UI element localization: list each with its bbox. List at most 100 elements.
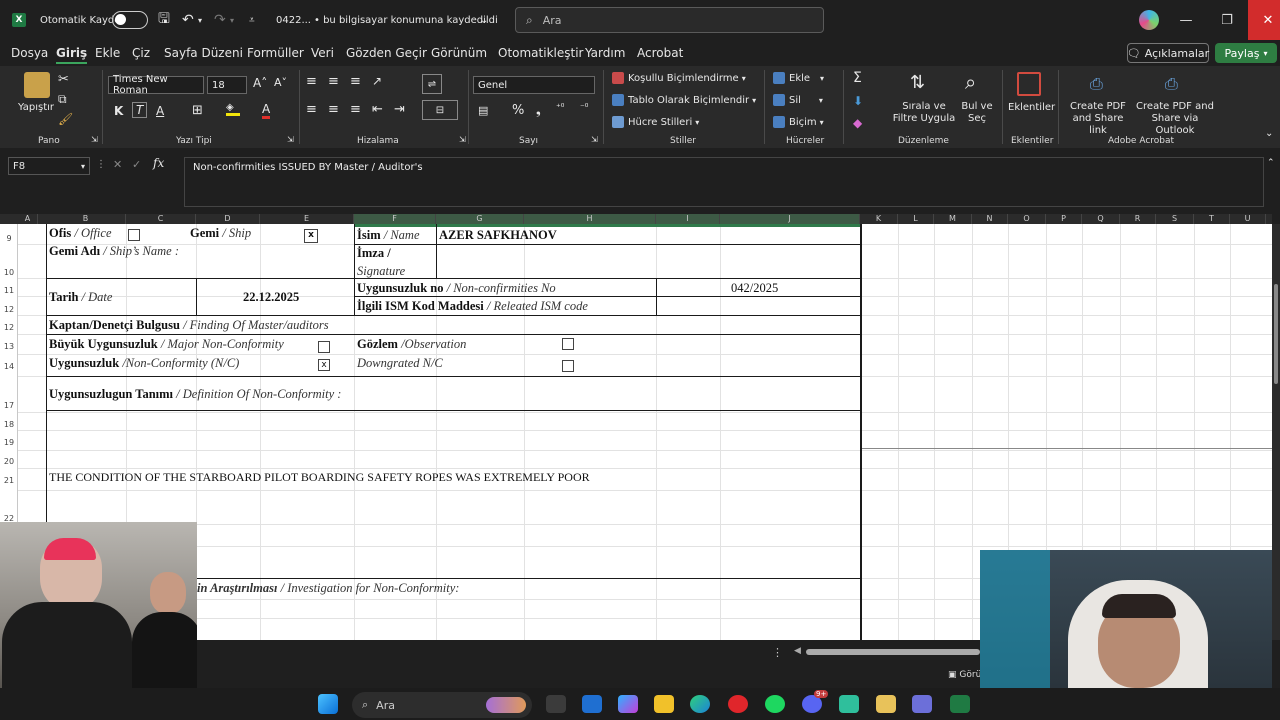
row-header[interactable]: 19: [0, 438, 18, 447]
paste-button[interactable]: Yapıştır: [18, 102, 54, 113]
column-header[interactable]: L: [898, 214, 934, 224]
italic-button[interactable]: T: [132, 102, 148, 118]
align-bottom-icon[interactable]: ≡: [350, 74, 361, 89]
underline-button[interactable]: A: [156, 104, 164, 118]
column-header[interactable]: O: [1008, 214, 1046, 224]
increase-decimal-icon[interactable]: ⁺⁰: [556, 103, 564, 113]
undo-dropdown-icon[interactable]: ▾: [198, 0, 202, 40]
align-center-icon[interactable]: ≡: [328, 102, 339, 117]
close-icon[interactable]: ✕: [1248, 0, 1280, 40]
addins-icon[interactable]: [1017, 72, 1041, 96]
sort-filter-icon[interactable]: ⇅: [910, 72, 925, 93]
decrease-decimal-icon[interactable]: ⁻⁰: [580, 103, 588, 113]
task-view-icon[interactable]: [546, 695, 566, 713]
minimize-icon[interactable]: —: [1166, 0, 1206, 40]
tab-page-layout[interactable]: Sayfa Düzeni: [164, 46, 243, 60]
column-header[interactable]: J: [720, 214, 860, 224]
bold-button[interactable]: K: [114, 104, 123, 118]
column-header[interactable]: Q: [1082, 214, 1120, 224]
column-header[interactable]: C: [126, 214, 196, 224]
restore-icon[interactable]: ❐: [1207, 0, 1247, 40]
cancel-icon[interactable]: ✕: [113, 158, 122, 171]
redo-icon[interactable]: ↷: [214, 0, 226, 40]
file-name[interactable]: 0422...: [276, 0, 311, 40]
row-header[interactable]: 18: [0, 420, 18, 429]
column-header[interactable]: K: [860, 214, 898, 224]
row-header[interactable]: 14: [0, 362, 18, 371]
downgraded-checkbox[interactable]: [562, 360, 574, 372]
tab-automate[interactable]: Otomatikleştir: [498, 46, 583, 60]
taskbar-search[interactable]: ⌕ Ara: [352, 692, 532, 718]
edge-icon[interactable]: [690, 695, 710, 713]
decrease-font-icon[interactable]: A˅: [274, 76, 287, 89]
file-explorer-icon[interactable]: [654, 695, 674, 713]
tab-home[interactable]: Giriş: [56, 46, 88, 64]
column-header[interactable]: H: [524, 214, 656, 224]
copy-icon[interactable]: ⧉: [58, 92, 67, 107]
tab-insert[interactable]: Ekle: [95, 46, 120, 60]
align-top-icon[interactable]: ≡: [306, 74, 317, 89]
tab-view[interactable]: Görünüm: [431, 46, 487, 60]
percent-icon[interactable]: %: [512, 103, 524, 118]
column-header[interactable]: S: [1156, 214, 1194, 224]
wrap-text-icon[interactable]: ⇌: [422, 74, 442, 94]
copilot-app-icon[interactable]: [618, 695, 638, 713]
row-header[interactable]: 12: [0, 323, 18, 332]
share-button[interactable]: Paylaş ▾: [1215, 43, 1277, 63]
column-header[interactable]: T: [1194, 214, 1230, 224]
merge-center-icon[interactable]: ⊟: [422, 100, 458, 120]
create-pdf-outlook-button[interactable]: Create PDF and Share via Outlook: [1133, 101, 1217, 137]
align-middle-icon[interactable]: ≡: [328, 74, 339, 89]
row-header[interactable]: 20: [0, 457, 18, 466]
search-input[interactable]: ⌕ Ara: [515, 7, 824, 33]
insert-function-button[interactable]: fx: [153, 156, 164, 170]
major-nc-checkbox[interactable]: [318, 341, 330, 353]
enter-icon[interactable]: ✓: [132, 158, 141, 171]
undo-icon[interactable]: ↶: [182, 0, 194, 40]
column-header[interactable]: N: [972, 214, 1008, 224]
create-pdf-link-button[interactable]: Create PDF and Share link: [1064, 101, 1132, 137]
clear-icon[interactable]: ◆: [853, 116, 862, 130]
teams-icon[interactable]: [912, 695, 932, 713]
column-header[interactable]: R: [1120, 214, 1156, 224]
row-header[interactable]: 11: [0, 286, 18, 295]
cell-styles-button[interactable]: Hücre Stilleri ▾: [612, 116, 699, 128]
dialog-launcher-icon[interactable]: ⇲: [91, 135, 98, 144]
tab-file[interactable]: Dosya: [11, 46, 48, 60]
row-header[interactable]: 17: [0, 401, 18, 410]
orientation-icon[interactable]: ↗: [372, 74, 382, 88]
column-header[interactable]: D: [196, 214, 260, 224]
nc-description[interactable]: THE CONDITION OF THE STARBOARD PILOT BOA…: [49, 470, 590, 485]
font-color-icon[interactable]: A: [262, 102, 271, 119]
increase-font-icon[interactable]: A˄: [253, 76, 267, 90]
tab-acrobat[interactable]: Acrobat: [637, 46, 683, 60]
save-icon[interactable]: 🖫: [158, 0, 170, 40]
windows-start-icon[interactable]: [318, 694, 338, 714]
row-header[interactable]: 21: [0, 476, 18, 485]
decrease-indent-icon[interactable]: ⇤: [372, 102, 383, 117]
column-header[interactable]: B: [46, 214, 126, 224]
format-cells-button[interactable]: Biçim ▾: [773, 116, 824, 128]
name-value[interactable]: AZER SAFKHANOV: [439, 228, 557, 243]
column-header[interactable]: E: [260, 214, 354, 224]
ship-checkbox[interactable]: x: [304, 229, 318, 243]
row-header[interactable]: 12: [0, 305, 18, 314]
accounting-format-icon[interactable]: ▤: [478, 104, 488, 117]
align-right-icon[interactable]: ≡: [350, 102, 361, 117]
insert-cells-button[interactable]: Ekle ▾: [773, 72, 824, 84]
column-header[interactable]: F: [354, 214, 436, 224]
office-checkbox[interactable]: [128, 229, 140, 241]
comments-button[interactable]: 🗨 Açıklamalar: [1127, 43, 1209, 63]
column-header[interactable]: U: [1230, 214, 1266, 224]
save-status[interactable]: • bu bilgisayar konumuna kaydedildi: [314, 0, 498, 40]
app-icon[interactable]: [876, 695, 896, 713]
number-format-select[interactable]: Genel: [473, 76, 595, 94]
font-size-select[interactable]: 18: [207, 76, 247, 94]
collapse-formula-icon[interactable]: ⌃: [1267, 158, 1275, 168]
tab-help[interactable]: Yardım: [585, 46, 625, 60]
dialog-launcher-icon[interactable]: ⇲: [459, 135, 466, 144]
nc-checkbox[interactable]: x: [318, 359, 330, 371]
format-as-table-button[interactable]: Tablo Olarak Biçimlendir ▾: [612, 94, 756, 106]
column-header[interactable]: A: [18, 214, 38, 224]
horizontal-scrollbar[interactable]: ◀: [760, 645, 980, 659]
